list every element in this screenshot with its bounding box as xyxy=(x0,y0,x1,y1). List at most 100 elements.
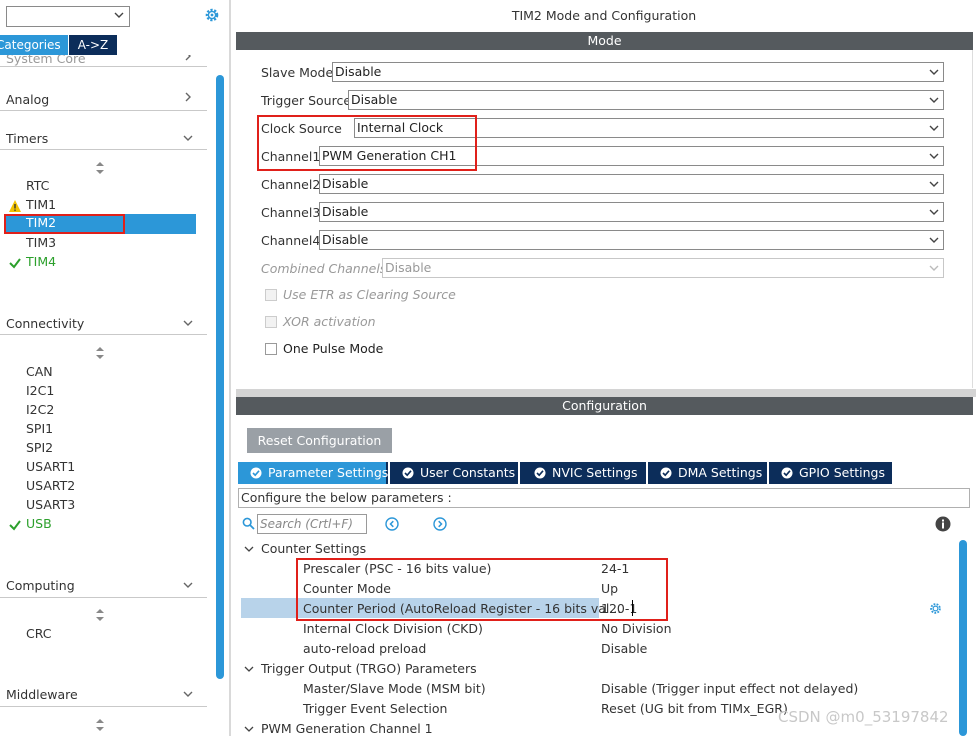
category-connectivity[interactable]: Connectivity xyxy=(0,312,207,335)
channel4-label: Channel4 xyxy=(261,233,321,248)
chevron-right-icon xyxy=(185,92,191,102)
tree-item-crc[interactable]: CRC xyxy=(26,625,52,643)
category-system-core[interactable]: System Core xyxy=(0,55,207,67)
left-scrollbar[interactable] xyxy=(216,75,224,679)
gear-icon[interactable] xyxy=(929,602,942,615)
tree-item-usart2[interactable]: USART2 xyxy=(26,477,75,495)
param-trgo-label: Trigger Event Selection xyxy=(303,701,448,716)
category-computing[interactable]: Computing xyxy=(0,575,207,598)
categories-panel: Categories A->Z System Core Analog Timer… xyxy=(0,0,231,736)
tree-item-spi2[interactable]: SPI2 xyxy=(26,439,53,457)
sort-arrows-icon[interactable] xyxy=(95,608,105,622)
parameter-scrollbar[interactable] xyxy=(959,540,967,736)
section-splitter[interactable] xyxy=(236,389,976,397)
one-pulse-mode-label: One Pulse Mode xyxy=(283,341,384,356)
highlight-box-tim2 xyxy=(4,214,125,234)
category-label: Connectivity xyxy=(6,316,85,331)
category-middleware[interactable]: Middleware xyxy=(0,684,207,707)
reset-configuration-button[interactable]: Reset Configuration xyxy=(247,428,392,453)
check-circle-icon xyxy=(660,467,672,479)
search-icon xyxy=(242,517,255,530)
tab-parameter-settings[interactable]: Parameter Settings xyxy=(238,462,389,484)
tab-label: Parameter Settings xyxy=(268,465,389,480)
gear-icon[interactable] xyxy=(204,7,220,23)
checkbox-box xyxy=(265,289,277,301)
category-label: Timers xyxy=(6,131,49,146)
chevron-right-icon xyxy=(185,55,191,61)
channel3-label: Channel3 xyxy=(261,205,321,220)
tree-item-usart3[interactable]: USART3 xyxy=(26,496,75,514)
tree-item-rtc[interactable]: RTC xyxy=(26,177,49,195)
tab-label: User Constants xyxy=(420,465,516,480)
xor-activation-label: XOR activation xyxy=(283,314,376,329)
category-label: Computing xyxy=(6,578,75,593)
tree-item-tim4[interactable]: TIM4 xyxy=(26,253,56,271)
group-trgo-parameters[interactable]: Trigger Output (TRGO) Parameters xyxy=(261,661,477,676)
tab-categories-label: Categories xyxy=(0,38,61,52)
tab-nvic-settings[interactable]: NVIC Settings xyxy=(520,462,645,484)
channel4-value: Disable xyxy=(322,232,369,247)
tab-gpio-settings[interactable]: GPIO Settings xyxy=(769,462,892,484)
mode-configuration-panel: TIM2 Mode and Configuration Mode Slave M… xyxy=(236,0,976,736)
parameter-search-placeholder: Search (Crtl+F) xyxy=(260,517,353,531)
trigger-source-value: Disable xyxy=(351,92,398,107)
combined-channels-label: Combined Channels xyxy=(261,261,387,276)
channel2-select[interactable]: Disable xyxy=(319,174,944,194)
chevron-down-icon xyxy=(929,153,939,159)
chevron-down-icon xyxy=(183,320,193,326)
tree-item-tim3[interactable]: TIM3 xyxy=(26,234,56,252)
channel4-select[interactable]: Disable xyxy=(319,230,944,250)
panel-divider[interactable] xyxy=(229,0,231,736)
configuration-tabs: Parameter Settings User Constants NVIC S… xyxy=(238,462,892,484)
sort-arrows-icon[interactable] xyxy=(95,161,105,175)
checkbox-box[interactable] xyxy=(265,343,277,355)
parameter-search-input[interactable]: Search (Crtl+F) xyxy=(257,514,367,534)
param-ckd-label: Internal Clock Division (CKD) xyxy=(303,621,483,636)
info-icon[interactable] xyxy=(935,516,951,532)
tree-item-usart1[interactable]: USART1 xyxy=(26,458,75,476)
chevron-down-icon[interactable] xyxy=(244,544,254,554)
configure-hint: Configure the below parameters : xyxy=(238,488,970,508)
category-analog[interactable]: Analog xyxy=(0,88,207,111)
tab-categories[interactable]: Categories xyxy=(0,35,68,55)
param-ckd-value[interactable]: No Division xyxy=(601,621,672,636)
category-timers[interactable]: Timers xyxy=(0,127,207,150)
tree-item-can[interactable]: CAN xyxy=(26,363,53,381)
panel-title: TIM2 Mode and Configuration xyxy=(511,8,697,23)
chevron-down-icon xyxy=(183,691,193,697)
slave-mode-select[interactable]: Disable xyxy=(332,62,944,82)
peripheral-search-combo[interactable] xyxy=(6,6,130,27)
circle-left-icon[interactable] xyxy=(385,517,399,531)
chevron-down-icon[interactable] xyxy=(244,724,254,734)
tab-user-constants[interactable]: User Constants xyxy=(390,462,517,484)
sort-arrows-icon[interactable] xyxy=(95,346,105,360)
tree-item-i2c1[interactable]: I2C1 xyxy=(26,382,54,400)
chevron-down-icon xyxy=(183,582,193,588)
group-pwm-channel1[interactable]: PWM Generation Channel 1 xyxy=(261,721,433,736)
trigger-source-select[interactable]: Disable xyxy=(348,90,944,110)
tree-item-spi1[interactable]: SPI1 xyxy=(26,420,53,438)
chevron-down-icon xyxy=(929,69,939,75)
mode-header: Mode xyxy=(236,32,973,50)
chevron-down-icon[interactable] xyxy=(114,10,124,20)
slave-mode-value: Disable xyxy=(335,64,382,79)
channel3-select[interactable]: Disable xyxy=(319,202,944,222)
chevron-down-icon[interactable] xyxy=(244,664,254,674)
tab-dma-settings[interactable]: DMA Settings xyxy=(648,462,766,484)
tab-a-z[interactable]: A->Z xyxy=(69,35,117,55)
param-arpe-value[interactable]: Disable xyxy=(601,641,647,656)
tree-item-usb[interactable]: USB xyxy=(26,515,52,533)
tree-item-i2c2[interactable]: I2C2 xyxy=(26,401,54,419)
group-counter-settings[interactable]: Counter Settings xyxy=(261,541,366,556)
param-trgo-value[interactable]: Reset (UG bit from TIMx_EGR) xyxy=(601,701,788,716)
param-msm-label: Master/Slave Mode (MSM bit) xyxy=(303,681,486,696)
tab-label: NVIC Settings xyxy=(552,465,638,480)
check-circle-icon xyxy=(781,467,793,479)
tab-label: DMA Settings xyxy=(678,465,763,480)
channel2-value: Disable xyxy=(322,176,369,191)
param-msm-value[interactable]: Disable (Trigger input effect not delaye… xyxy=(601,681,858,696)
sort-arrows-icon[interactable] xyxy=(95,718,105,732)
circle-right-icon[interactable] xyxy=(433,517,447,531)
warning-icon xyxy=(9,200,21,212)
tree-item-tim1[interactable]: TIM1 xyxy=(26,196,56,214)
